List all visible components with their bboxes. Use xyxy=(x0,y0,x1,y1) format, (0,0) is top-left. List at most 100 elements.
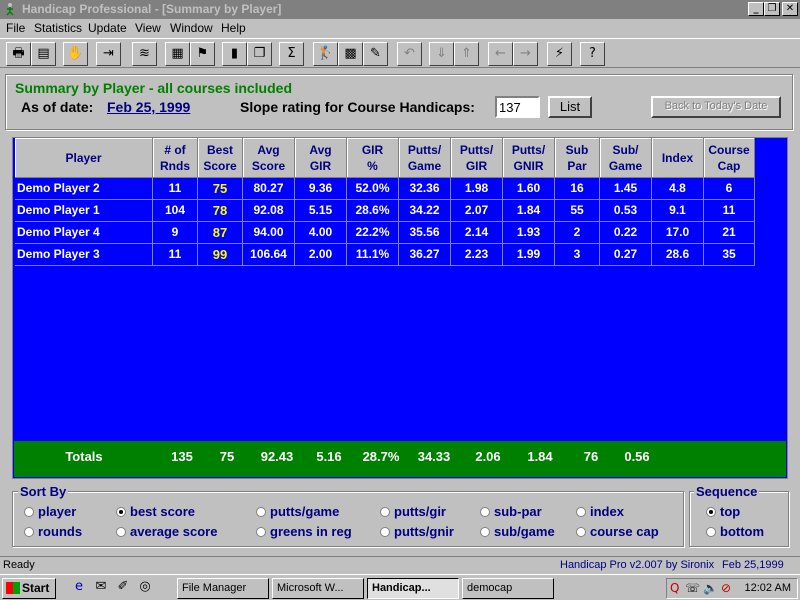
sort-radio-putts-gnir[interactable]: putts/gnir xyxy=(380,524,454,539)
slope-rating-input[interactable] xyxy=(495,96,540,118)
task-democap[interactable]: democap xyxy=(462,578,554,599)
desktop-icon[interactable]: ◎ xyxy=(136,579,154,597)
broom-icon[interactable]: ≋ xyxy=(132,42,157,66)
volume-icon[interactable]: 🔈 xyxy=(703,581,718,595)
help-question-icon[interactable]: ? xyxy=(580,42,605,66)
sort-radio-average-score[interactable]: average score xyxy=(116,524,217,539)
radio-label: player xyxy=(38,504,77,519)
minimize-button[interactable]: _ xyxy=(748,2,764,16)
sort-radio-player[interactable]: player xyxy=(24,504,76,519)
sort-radio-best-score[interactable]: best score xyxy=(116,504,195,519)
golfer-icon[interactable]: 🏌 xyxy=(313,42,338,66)
tray-scheduler-icon[interactable]: ⊘ xyxy=(721,581,731,595)
column-header[interactable]: Putts/ GNIR xyxy=(503,138,555,178)
edit-card-icon[interactable]: ✎ xyxy=(363,42,388,66)
sigma-icon[interactable]: Σ xyxy=(279,42,304,66)
exit-door-icon[interactable]: ⇥ xyxy=(96,42,121,66)
menu-help[interactable]: Help xyxy=(221,21,246,35)
sort-radio-sub-par[interactable]: sub-par xyxy=(480,504,542,519)
sort-radio-course-cap[interactable]: course cap xyxy=(576,524,659,539)
table-cell: 36.27 xyxy=(399,244,451,266)
tray-q-icon[interactable]: Q xyxy=(670,581,679,595)
column-header[interactable]: Avg Score xyxy=(243,138,295,178)
column-header[interactable]: Player xyxy=(15,138,153,178)
menu-update[interactable]: Update xyxy=(88,21,127,35)
column-header[interactable]: GIR % xyxy=(347,138,399,178)
undo-icon[interactable]: ↶ xyxy=(397,42,422,66)
report-icon[interactable]: ▤ xyxy=(31,42,56,66)
menu-statistics[interactable]: Statistics xyxy=(34,21,82,35)
sort-radio-sub-game[interactable]: sub/game xyxy=(480,524,555,539)
task-democap-label: democap xyxy=(467,582,513,594)
totals-label: Totals xyxy=(65,449,103,464)
copy-icon[interactable]: ❐ xyxy=(247,42,272,66)
channels-icon[interactable]: ✐ xyxy=(114,579,132,597)
radio-dot-icon xyxy=(24,507,34,517)
radio-dot-icon xyxy=(24,527,34,537)
table-cell: 9.1 xyxy=(652,200,704,222)
windows-logo-icon xyxy=(6,582,20,594)
close-button[interactable]: ✕ xyxy=(782,2,798,16)
table-cell: 0.53 xyxy=(600,200,652,222)
totals-cell: 34.33 xyxy=(417,449,451,464)
task-handicap-label: Handicap... xyxy=(372,582,431,594)
sort-radio-rounds[interactable]: rounds xyxy=(24,524,82,539)
menu-window[interactable]: Window xyxy=(170,21,213,35)
back-to-today-button[interactable]: Back to Today's Date xyxy=(651,96,781,118)
task-handicap[interactable]: Handicap... xyxy=(367,578,459,599)
flag-icon[interactable]: ⚑ xyxy=(190,42,215,66)
column-header[interactable]: # of Rnds xyxy=(153,138,198,178)
column-header[interactable]: Sub/ Game xyxy=(600,138,652,178)
tray-network-icon[interactable]: ☏ xyxy=(685,581,700,595)
table-row[interactable]: Demo Player 1 104 78 92.08 5.15 28.6% 34.22 2.0… xyxy=(15,200,755,222)
column-header[interactable]: Putts/ GIR xyxy=(451,138,503,178)
table-cell: 1.84 xyxy=(503,200,555,222)
radio-label: putts/game xyxy=(270,504,340,519)
move-down-icon[interactable]: ⇓ xyxy=(429,42,454,66)
totals-cell: 0.56 xyxy=(624,449,650,464)
sort-radio-greens-in-reg[interactable]: greens in reg xyxy=(256,524,352,539)
outlook-icon[interactable]: ✉ xyxy=(92,579,110,597)
table-cell: 4.00 xyxy=(295,222,347,244)
calculator-icon[interactable]: ▦ xyxy=(165,42,190,66)
column-header[interactable]: Putts/ Game xyxy=(399,138,451,178)
radio-dot-icon xyxy=(706,507,716,517)
table-row[interactable]: Demo Player 3 11 99 106.64 2.00 11.1% 36.27 2.2… xyxy=(15,244,755,266)
sequence-label: Sequence xyxy=(694,484,760,499)
sequence-radio-top[interactable]: top xyxy=(706,504,740,519)
back-arrow-icon[interactable]: ← xyxy=(488,42,513,66)
bar-chart-icon[interactable]: ▮ xyxy=(222,42,247,66)
menu-view[interactable]: View xyxy=(135,21,161,35)
table-row[interactable]: Demo Player 2 11 75 80.27 9.36 52.0% 32.36 1.98… xyxy=(15,178,755,200)
radio-dot-icon xyxy=(576,527,586,537)
course-map-icon[interactable]: ▩ xyxy=(338,42,363,66)
sequence-radio-bottom[interactable]: bottom xyxy=(706,524,764,539)
sort-radio-putts-game[interactable]: putts/game xyxy=(256,504,339,519)
table-cell: 6 xyxy=(704,178,755,200)
sort-radio-putts-gir[interactable]: putts/gir xyxy=(380,504,446,519)
lightning-icon[interactable]: ⚡ xyxy=(547,42,572,66)
summary-grid[interactable]: Player # of Rnds Best Score Avg Score Avg GI… xyxy=(12,137,788,479)
restore-button[interactable]: ❐ xyxy=(764,2,780,16)
print-icon[interactable]: 🖶 xyxy=(6,42,31,66)
list-button[interactable]: List xyxy=(548,96,592,118)
column-header[interactable]: Sub Par xyxy=(555,138,600,178)
column-header[interactable]: Course Cap xyxy=(704,138,755,178)
menu-file[interactable]: File xyxy=(6,21,25,35)
sort-radio-index[interactable]: index xyxy=(576,504,624,519)
column-header[interactable]: Index xyxy=(652,138,704,178)
stop-hand-icon[interactable]: ✋ xyxy=(63,42,88,66)
column-header[interactable]: Best Score xyxy=(198,138,243,178)
column-header[interactable]: Avg GIR xyxy=(295,138,347,178)
internet-explorer-icon[interactable]: e xyxy=(70,579,88,597)
start-button[interactable]: Start xyxy=(2,578,56,599)
table-row[interactable]: Demo Player 4 9 87 94.00 4.00 22.2% 35.56 2.14 1… xyxy=(15,222,755,244)
radio-dot-icon xyxy=(380,527,390,537)
forward-arrow-icon[interactable]: → xyxy=(513,42,538,66)
move-up-icon[interactable]: ⇑ xyxy=(454,42,479,66)
task-file-manager[interactable]: File Manager xyxy=(177,578,269,599)
task-microsoft-word[interactable]: Microsoft W... xyxy=(272,578,364,599)
as-of-date-link[interactable]: Feb 25, 1999 xyxy=(107,99,190,115)
title-bar[interactable]: Handicap Professional - [Summary by Play… xyxy=(0,0,800,19)
radio-label: bottom xyxy=(720,524,765,539)
